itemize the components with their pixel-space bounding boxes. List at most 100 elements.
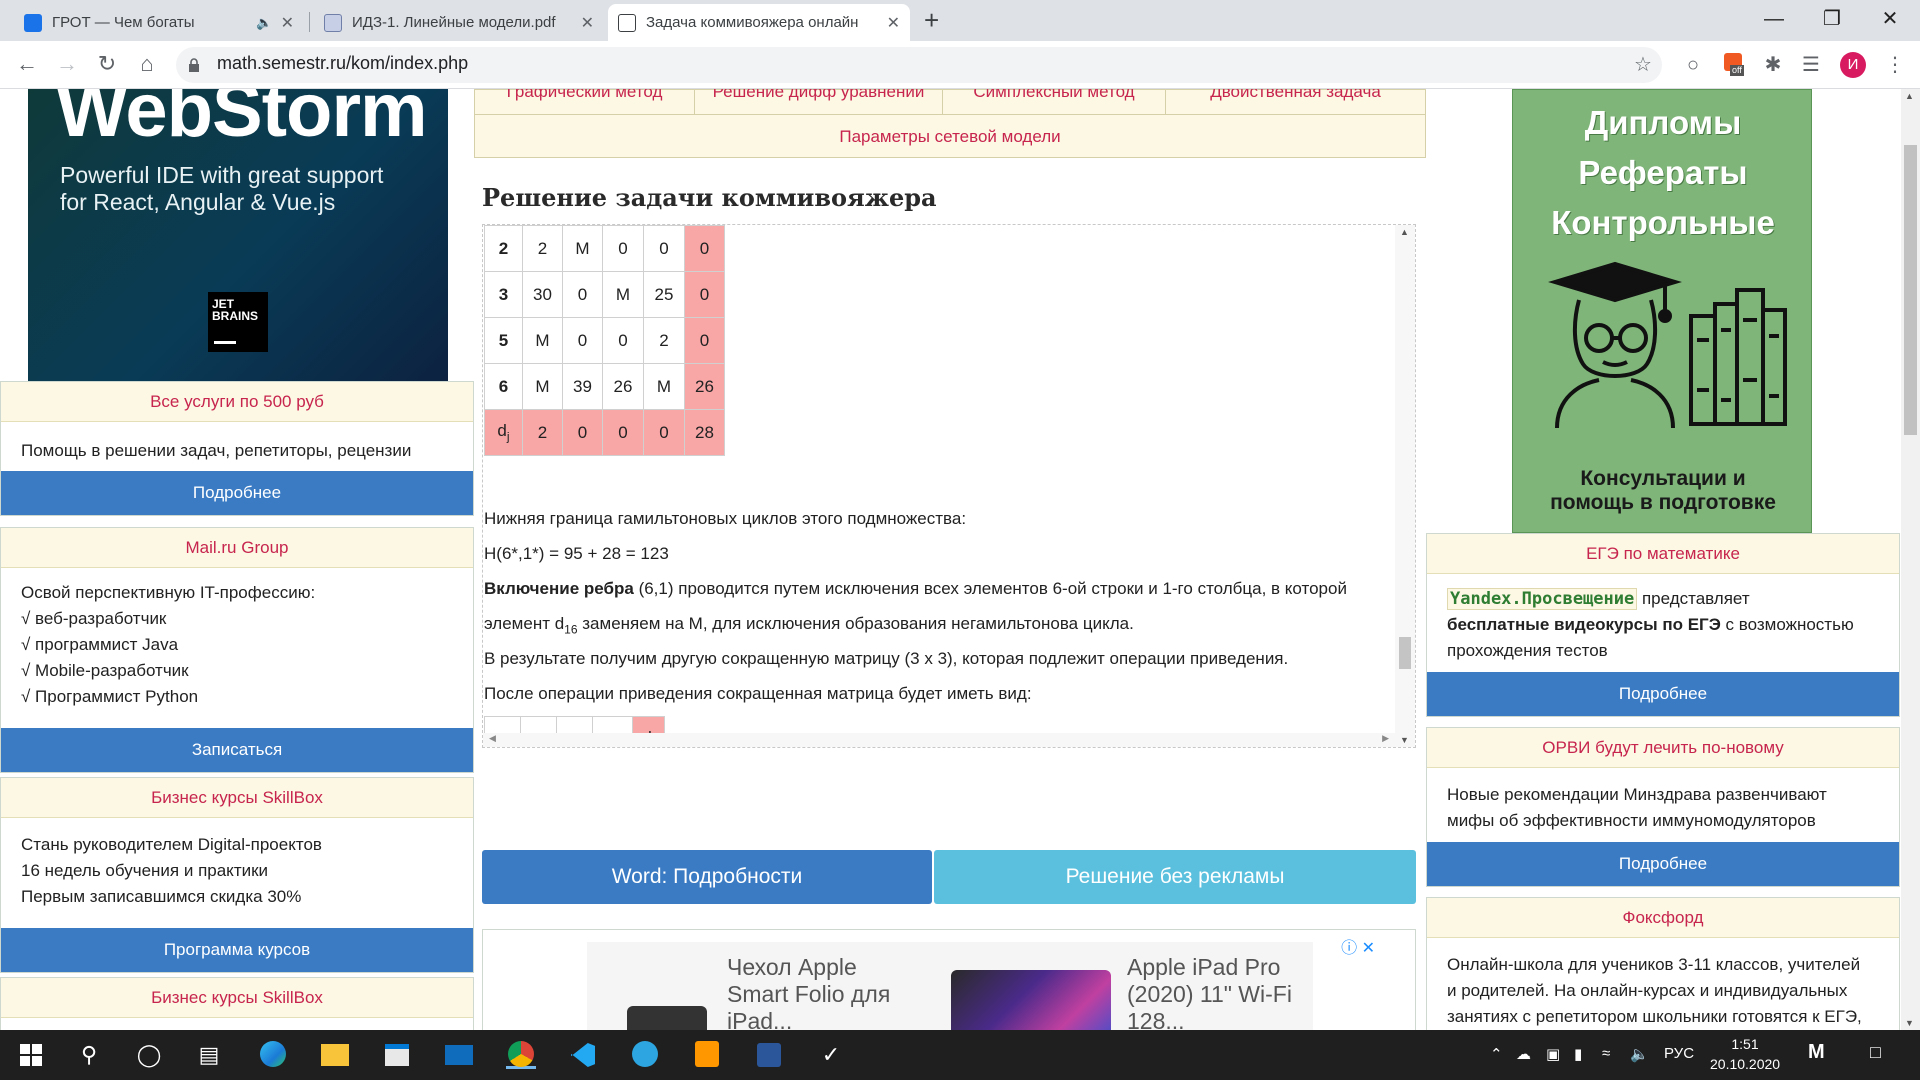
extension-rss-icon[interactable]: off xyxy=(1720,53,1746,77)
extension-circle-icon[interactable]: ○ xyxy=(1680,53,1706,77)
matrix-cell: 0 xyxy=(562,317,603,364)
browser-menu-icon[interactable]: ⋮ xyxy=(1882,53,1908,77)
details-button[interactable]: Подробнее xyxy=(1,471,473,515)
windows-start-icon[interactable] xyxy=(16,1041,46,1069)
scrollbar-thumb[interactable] xyxy=(1399,637,1411,669)
battery-icon[interactable]: ▮ xyxy=(1574,1045,1582,1063)
task-view-icon[interactable]: ▤ xyxy=(194,1041,224,1069)
notification-center-icon[interactable]: □ xyxy=(1870,1042,1881,1063)
system-clock[interactable]: 1:51 20.10.2020 xyxy=(1710,1034,1780,1074)
chrome-icon[interactable] xyxy=(506,1041,536,1069)
file-explorer-icon[interactable] xyxy=(320,1041,350,1069)
card-heading[interactable]: Бизнес курсы SkillBox xyxy=(1,778,473,818)
scrollbar-thumb[interactable] xyxy=(1904,145,1917,435)
ad-subtitle-line: for React, Angular & Vue.js xyxy=(60,189,336,215)
close-tab-icon[interactable]: ✕ xyxy=(581,13,594,33)
details-button[interactable]: Подробнее xyxy=(1427,842,1899,886)
dj-label-text: d xyxy=(497,421,507,441)
close-tab-icon[interactable]: ✕ xyxy=(281,13,294,33)
windows-taskbar: ⚲ ◯ ▤ ✓ ⌃ ☁ ▣ ▮ ≈ 🔈 РУС 1:51 20.10.2020 … xyxy=(0,1030,1920,1080)
edge-browser-icon[interactable] xyxy=(258,1041,288,1069)
back-button[interactable]: ← xyxy=(12,51,42,77)
details-button[interactable]: Подробнее xyxy=(1427,672,1899,716)
ad-product-2[interactable]: Apple iPad Pro (2020) 11" Wi-Fi 128... xyxy=(1127,954,1292,1030)
address-bar[interactable]: math.semestr.ru/kom/index.php xyxy=(176,47,1662,83)
solution-horizontal-scrollbar[interactable]: ◀ ▶ xyxy=(483,733,1395,747)
signup-button[interactable]: Записаться xyxy=(1,728,473,772)
volume-icon[interactable]: 🔈 xyxy=(1630,1045,1649,1063)
card-heading[interactable]: Бизнес курсы SkillBox xyxy=(1,978,473,1018)
telegram-icon[interactable] xyxy=(630,1041,660,1069)
tab-commivoyager[interactable]: Задача коммивояжера онлайн ✕ xyxy=(608,4,910,41)
reload-button[interactable]: ↻ xyxy=(92,51,122,77)
scroll-right-arrow-icon[interactable]: ▶ xyxy=(1382,733,1389,744)
extensions-puzzle-icon[interactable]: ✱ xyxy=(1760,53,1786,77)
main-content: Графический метод Решение дифф уравнений… xyxy=(474,89,1426,1030)
dj-label-sub: j xyxy=(506,429,510,444)
yandex-brand[interactable]: Yandex.Просвещение xyxy=(1447,588,1638,610)
tab-favicon-icon xyxy=(24,13,42,32)
scroll-down-arrow-icon[interactable]: ▼ xyxy=(1905,1018,1914,1028)
page-scrollbar[interactable]: ▲ ▼ xyxy=(1901,89,1920,1030)
jetbrains-logo: JET BRAINS xyxy=(208,292,268,352)
diploma-ad-banner[interactable]: Дипломы Рефераты Контрольные Консультаци… xyxy=(1512,89,1812,533)
ipad-case-image[interactable] xyxy=(627,1006,707,1030)
adchoices-icon[interactable]: ⓘ ✕ xyxy=(1341,934,1375,958)
ad-product-1[interactable]: Чехол Apple Smart Folio для iPad... xyxy=(727,954,890,1030)
course-program-button[interactable]: Программа курсов xyxy=(1,928,473,972)
card-heading[interactable]: ЕГЭ по математике xyxy=(1427,534,1899,574)
table-row: 6 M 39 26 M 26 xyxy=(484,363,725,410)
new-tab-button[interactable]: + xyxy=(924,6,939,34)
card-body: Помощь в решении задач, репетиторы, реце… xyxy=(1,422,473,476)
menu-item-diffeq[interactable]: Решение дифф уравнений xyxy=(695,89,942,102)
maximize-button[interactable]: ❐ xyxy=(1812,4,1852,34)
word-details-button[interactable]: Word: Подробности xyxy=(482,850,932,904)
onedrive-icon[interactable]: ☁ xyxy=(1516,1045,1531,1063)
close-window-button[interactable]: ✕ xyxy=(1870,4,1910,34)
menu-item-simplex[interactable]: Симплексный метод xyxy=(943,89,1165,102)
menu-item-graphical[interactable]: Графический метод xyxy=(475,89,694,102)
minimize-button[interactable]: — xyxy=(1754,4,1794,34)
meet-now-icon[interactable]: M xyxy=(1808,1041,1825,1064)
media-control-icon[interactable]: ☰ xyxy=(1798,53,1824,77)
webstorm-ad-banner[interactable]: WebStorm Powerful IDE with great support… xyxy=(28,89,448,381)
forward-button[interactable]: → xyxy=(52,51,82,77)
cortana-icon[interactable]: ◯ xyxy=(134,1041,164,1069)
no-ads-solution-button[interactable]: Решение без рекламы xyxy=(934,850,1416,904)
product-ad-banner[interactable]: Чехол Apple Smart Folio для iPad... Appl… xyxy=(482,929,1416,1030)
scroll-up-arrow-icon[interactable]: ▲ xyxy=(1905,91,1914,101)
close-tab-icon[interactable]: ✕ xyxy=(887,13,900,33)
tray-app-icon[interactable]: ▣ xyxy=(1546,1045,1560,1063)
bookmark-star-icon[interactable]: ☆ xyxy=(1630,53,1656,77)
home-button[interactable]: ⌂ xyxy=(132,51,162,77)
matrix-cell: M xyxy=(522,363,563,410)
card-heading[interactable]: Все услуги по 500 руб xyxy=(1,382,473,422)
tab-pdf[interactable]: ИДЗ-1. Линейные модели.pdf ✕ xyxy=(314,4,604,41)
speaker-icon[interactable]: 🔈 xyxy=(256,15,272,31)
todo-check-icon[interactable]: ✓ xyxy=(816,1041,846,1069)
tab-grot[interactable]: ГРОТ — Чем богаты 🔈 ✕ xyxy=(14,4,304,41)
card-heading[interactable]: Фоксфорд xyxy=(1427,898,1899,938)
sublime-text-icon[interactable] xyxy=(692,1041,722,1069)
store-icon[interactable] xyxy=(382,1041,412,1069)
search-icon[interactable]: ⚲ xyxy=(74,1041,104,1069)
card-body: Новые рекомендации Минздрава развенчиваю… xyxy=(1427,768,1899,846)
ipad-pro-image[interactable] xyxy=(951,970,1111,1030)
scroll-left-arrow-icon[interactable]: ◀ xyxy=(489,733,496,744)
table-row: 3 30 0 M 25 0 xyxy=(484,271,725,318)
word-icon[interactable] xyxy=(754,1041,784,1069)
card-heading[interactable]: Mail.ru Group xyxy=(1,528,473,568)
menu-item-dual[interactable]: Двойственная задача xyxy=(1166,89,1425,102)
scroll-down-arrow-icon[interactable]: ▼ xyxy=(1400,735,1409,745)
profile-avatar[interactable]: И xyxy=(1840,52,1866,78)
wifi-icon[interactable]: ≈ xyxy=(1602,1045,1610,1062)
menu-item-network-params[interactable]: Параметры сетевой модели xyxy=(475,114,1425,158)
input-language[interactable]: РУС xyxy=(1664,1045,1694,1062)
mail-icon[interactable] xyxy=(444,1041,474,1069)
scroll-up-arrow-icon[interactable]: ▲ xyxy=(1400,227,1409,237)
card-heading[interactable]: ОРВИ будут лечить по-новому xyxy=(1427,728,1899,768)
solution-scroll-area[interactable]: 2 2 M 0 0 0 3 30 0 M 25 0 5 M 0 0 2 0 6 … xyxy=(482,224,1416,748)
tray-chevron-icon[interactable]: ⌃ xyxy=(1490,1045,1503,1063)
vscode-icon[interactable] xyxy=(568,1041,598,1069)
solution-vertical-scrollbar[interactable]: ▲ ▼ xyxy=(1395,225,1415,747)
